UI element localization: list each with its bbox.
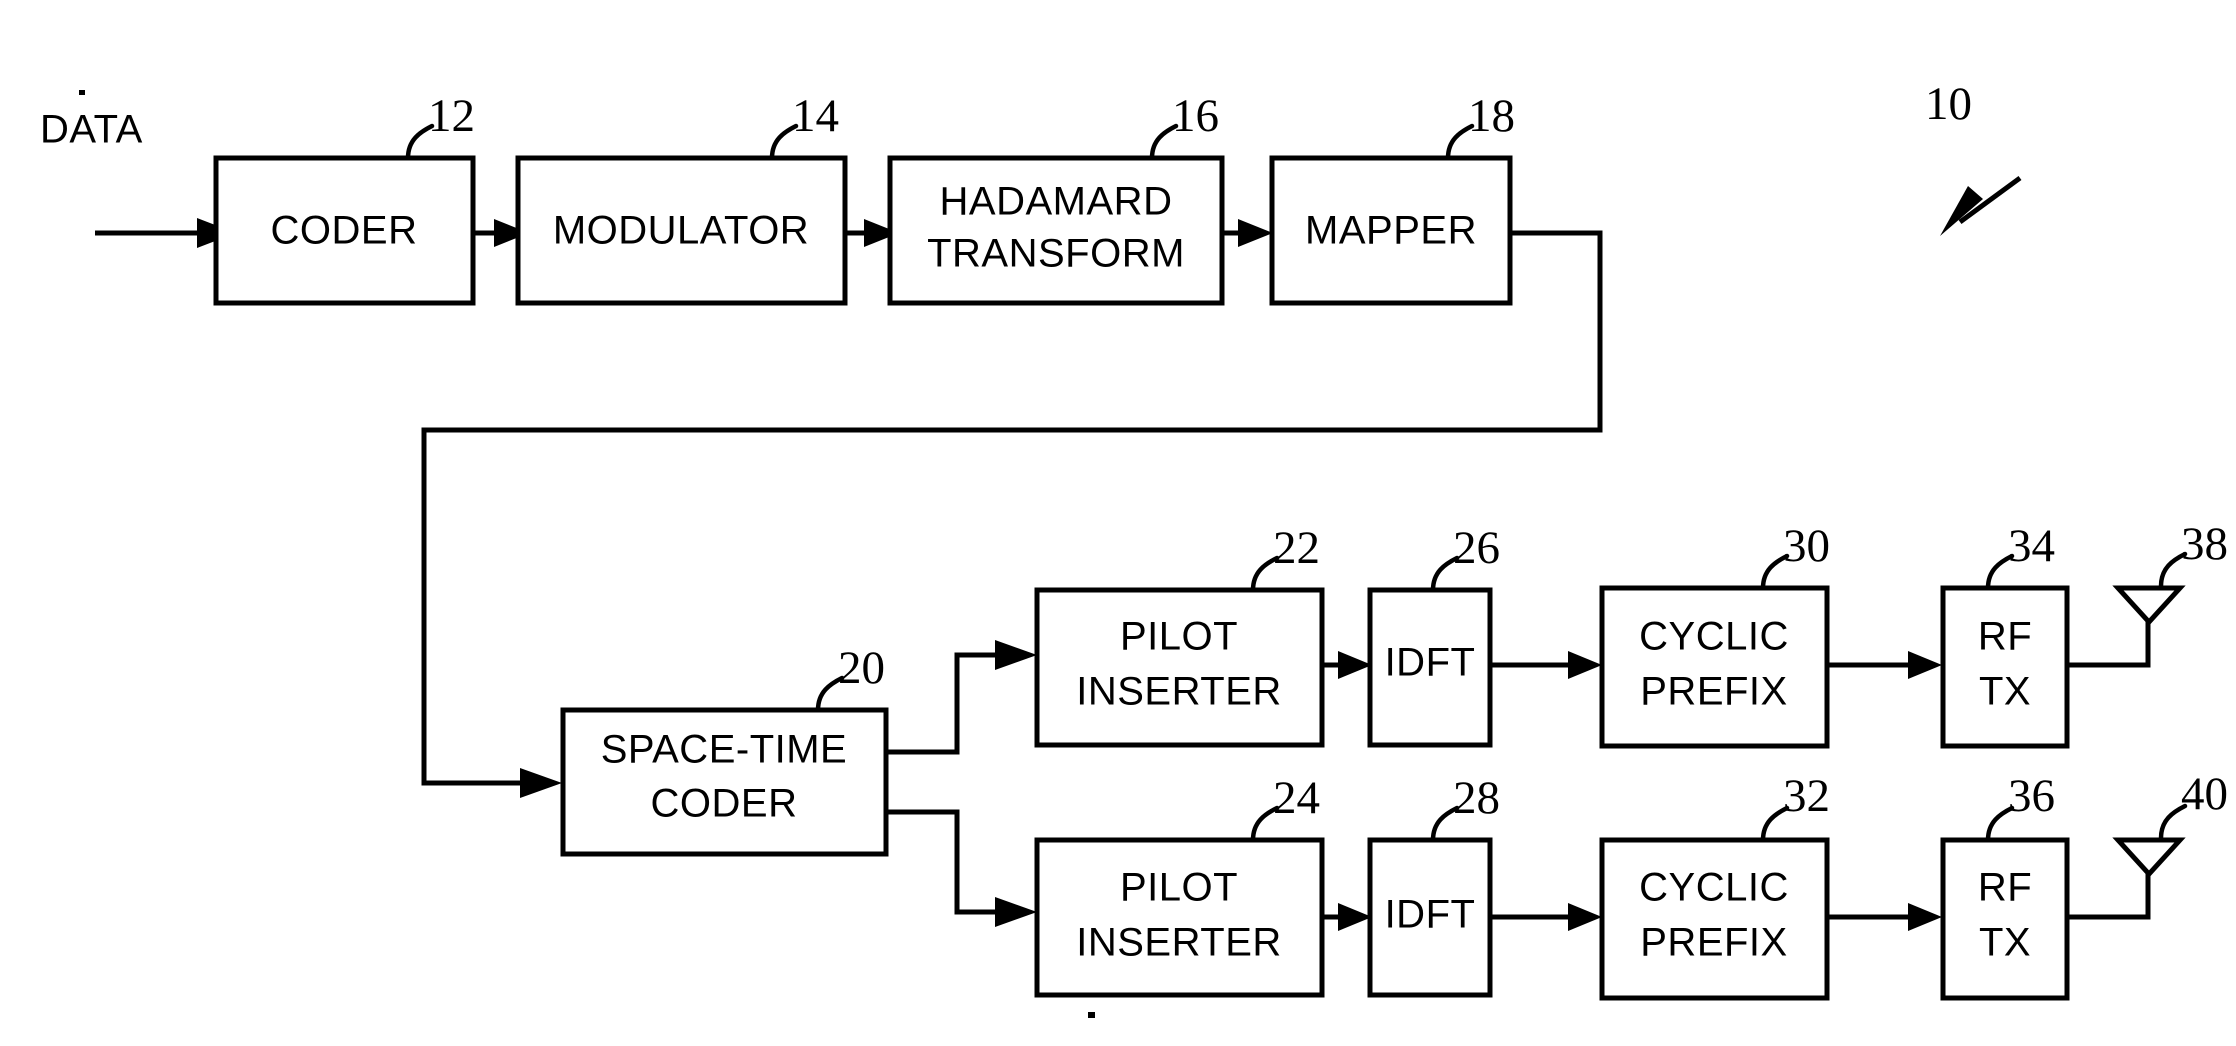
- ref-numeral-38: 38: [2181, 518, 2228, 570]
- block-cyclic-prefix-top[interactable]: [1599, 585, 1830, 749]
- block-pilot-inserter-bottom[interactable]: [1034, 837, 1325, 998]
- arrowhead-hadamard-to-mapper: [1238, 219, 1273, 247]
- block-label-modulator: MODULATOR: [553, 209, 809, 253]
- block-pilot-inserter-top[interactable]: [1034, 587, 1325, 748]
- ref-numeral-20: 20: [838, 642, 885, 694]
- ref-numeral-40: 40: [2181, 768, 2228, 820]
- block-label-mapper: MAPPER: [1305, 209, 1477, 253]
- block-label-pilot-bot-line1: PILOT: [1120, 866, 1238, 910]
- block-label-pilot-bot-line2: INSERTER: [1076, 921, 1282, 965]
- arrowhead-cyclic-top-to-rftx-top: [1908, 651, 1942, 679]
- block-label-rftx-top-line2: TX: [1979, 670, 2031, 714]
- input-label-data: DATA: [40, 108, 143, 152]
- block-rf-tx-bottom[interactable]: [1940, 837, 2070, 1001]
- ref-numeral-18: 18: [1468, 90, 1515, 142]
- arrowhead-cyclic-bot-to-rftx-bot: [1908, 903, 1942, 931]
- block-label-pilot-top-line1: PILOT: [1120, 615, 1238, 659]
- ref-numeral-14: 14: [792, 90, 839, 142]
- figure-canvas: DATA CODER MODULATOR HADAMARD TRANSFORM …: [0, 0, 2236, 1046]
- scan-speck: [1088, 1012, 1095, 1018]
- ref-numeral-24: 24: [1273, 772, 1320, 824]
- ref-numeral-32: 32: [1783, 770, 1830, 822]
- scan-speck: [79, 90, 85, 95]
- arrowhead-pilot-bot-to-idft-bot: [1338, 903, 1372, 931]
- block-label-idft-top: IDFT: [1385, 641, 1476, 685]
- block-label-coder: CODER: [271, 209, 418, 253]
- block-label-space-time-line2: CODER: [651, 782, 798, 826]
- wire-rftx-top-to-antenna-top: [2067, 620, 2151, 668]
- wire-stc-to-pilot-top: [886, 652, 1000, 755]
- ref-numeral-12: 12: [428, 90, 475, 142]
- arrowhead-pilot-top-to-idft-top: [1338, 651, 1372, 679]
- block-label-cyclic-bot-line2: PREFIX: [1640, 921, 1787, 965]
- ref-numeral-16: 16: [1172, 90, 1219, 142]
- block-label-cyclic-top-line2: PREFIX: [1640, 670, 1787, 714]
- antenna-icon-top: [2112, 585, 2186, 626]
- ref-numeral-10: 10: [1925, 78, 1972, 130]
- block-diagram-svg: DATA CODER MODULATOR HADAMARD TRANSFORM …: [40, 78, 2228, 1018]
- block-label-idft-bot: IDFT: [1385, 893, 1476, 937]
- block-label-rftx-bot-line2: TX: [1979, 921, 2031, 965]
- block-label-rftx-top-line1: RF: [1978, 615, 2032, 659]
- ref-numeral-28: 28: [1453, 772, 1500, 824]
- arrowhead-idft-bot-to-cyclic-bot: [1568, 903, 1602, 931]
- block-label-cyclic-top-line1: CYCLIC: [1639, 615, 1789, 659]
- ref-numeral-30: 30: [1783, 520, 1830, 572]
- block-rf-tx-top[interactable]: [1940, 585, 2070, 749]
- block-label-hadamard-line1: HADAMARD: [940, 180, 1173, 224]
- ref-numeral-36: 36: [2008, 770, 2055, 822]
- block-label-cyclic-bot-line1: CYCLIC: [1639, 866, 1789, 910]
- wire-stc-to-pilot-bot: [886, 809, 1000, 915]
- block-label-rftx-bot-line1: RF: [1978, 866, 2032, 910]
- ref-numeral-26: 26: [1453, 522, 1500, 574]
- arrowhead-into-space-time-coder: [520, 768, 562, 798]
- arrowhead-idft-top-to-cyclic-top: [1568, 651, 1602, 679]
- block-label-hadamard-line2: TRANSFORM: [927, 232, 1185, 276]
- antenna-icon-bottom: [2112, 837, 2186, 878]
- wire-rftx-bot-to-antenna-bot: [2067, 873, 2151, 920]
- block-label-space-time-line1: SPACE-TIME: [601, 728, 848, 772]
- ref-numeral-22: 22: [1273, 522, 1320, 574]
- arrowhead-into-pilot-top: [995, 640, 1037, 670]
- arrowhead-into-pilot-bot: [995, 897, 1037, 927]
- block-cyclic-prefix-bottom[interactable]: [1599, 837, 1830, 1001]
- block-label-pilot-top-line2: INSERTER: [1076, 670, 1282, 714]
- ref-numeral-34: 34: [2008, 520, 2055, 572]
